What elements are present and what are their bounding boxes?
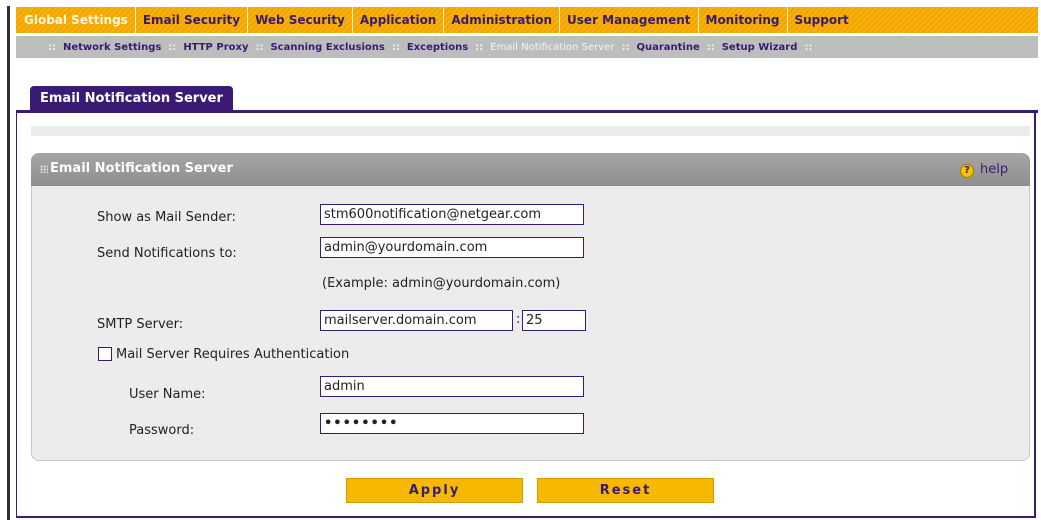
password-label: Password: bbox=[129, 423, 195, 438]
help-icon[interactable]: ? bbox=[960, 164, 974, 178]
subnav-quarantine[interactable]: Quarantine bbox=[636, 42, 699, 53]
subnav-exceptions[interactable]: Exceptions bbox=[407, 42, 468, 53]
sub-nav-separator: :: bbox=[168, 41, 177, 53]
sub-nav-separator: :: bbox=[621, 41, 630, 53]
sub-nav-separator: :: bbox=[475, 41, 484, 53]
nav-monitoring[interactable]: Monitoring bbox=[697, 7, 787, 33]
help-link[interactable]: help bbox=[980, 162, 1008, 177]
mail-sender-label: Show as Mail Sender: bbox=[97, 210, 236, 225]
sub-nav-separator: :: bbox=[48, 41, 56, 53]
main-nav: Global Settings Email Security Web Secur… bbox=[16, 7, 1038, 33]
smtp-server-input[interactable]: mailserver.domain.com bbox=[320, 310, 513, 331]
reset-button[interactable]: Reset bbox=[537, 478, 714, 503]
smtp-port-input[interactable]: 25 bbox=[522, 310, 586, 331]
sub-nav-separator: :: bbox=[706, 41, 715, 53]
port-separator: : bbox=[516, 312, 521, 327]
smtp-server-label: SMTP Server: bbox=[97, 317, 184, 332]
nav-administration[interactable]: Administration bbox=[443, 7, 559, 33]
panel-title: Email Notification Server bbox=[50, 161, 233, 176]
example-hint: (Example: admin@yourdomain.com) bbox=[322, 276, 561, 291]
apply-button[interactable]: Apply bbox=[346, 478, 523, 503]
send-to-label: Send Notifications to: bbox=[97, 246, 237, 261]
mail-sender-input[interactable]: stm600notification@netgear.com bbox=[320, 204, 584, 225]
nav-email-security[interactable]: Email Security bbox=[134, 7, 247, 33]
subnav-email-notification-server[interactable]: Email Notification Server bbox=[490, 42, 614, 53]
username-input[interactable]: admin bbox=[320, 376, 584, 397]
subnav-scanning-exclusions[interactable]: Scanning Exclusions bbox=[270, 42, 384, 53]
subnav-network-settings[interactable]: Network Settings bbox=[63, 42, 161, 53]
subnav-http-proxy[interactable]: HTTP Proxy bbox=[183, 42, 248, 53]
nav-web-security[interactable]: Web Security bbox=[247, 7, 352, 33]
username-label: User Name: bbox=[129, 387, 206, 402]
window-left-edge bbox=[7, 6, 10, 520]
send-to-input[interactable]: admin@yourdomain.com bbox=[320, 237, 584, 258]
sub-nav: :: Network Settings :: HTTP Proxy :: Sca… bbox=[16, 36, 1038, 58]
nav-application[interactable]: Application bbox=[351, 7, 444, 33]
nav-user-management[interactable]: User Management bbox=[559, 7, 697, 33]
password-input[interactable]: •••••••• bbox=[320, 413, 584, 434]
tab-email-notification-server[interactable]: Email Notification Server bbox=[30, 86, 233, 112]
auth-checkbox-label[interactable]: Mail Server Requires Authentication bbox=[116, 347, 349, 362]
grip-icon bbox=[40, 165, 48, 173]
sub-nav-separator: :: bbox=[804, 41, 813, 53]
sub-nav-separator: :: bbox=[391, 41, 400, 53]
nav-global-settings[interactable]: Global Settings bbox=[16, 7, 135, 33]
subnav-setup-wizard[interactable]: Setup Wizard bbox=[722, 42, 798, 53]
nav-support[interactable]: Support bbox=[786, 7, 856, 33]
sub-nav-separator: :: bbox=[255, 41, 264, 53]
status-bar bbox=[31, 126, 1030, 136]
auth-checkbox[interactable] bbox=[98, 347, 112, 361]
